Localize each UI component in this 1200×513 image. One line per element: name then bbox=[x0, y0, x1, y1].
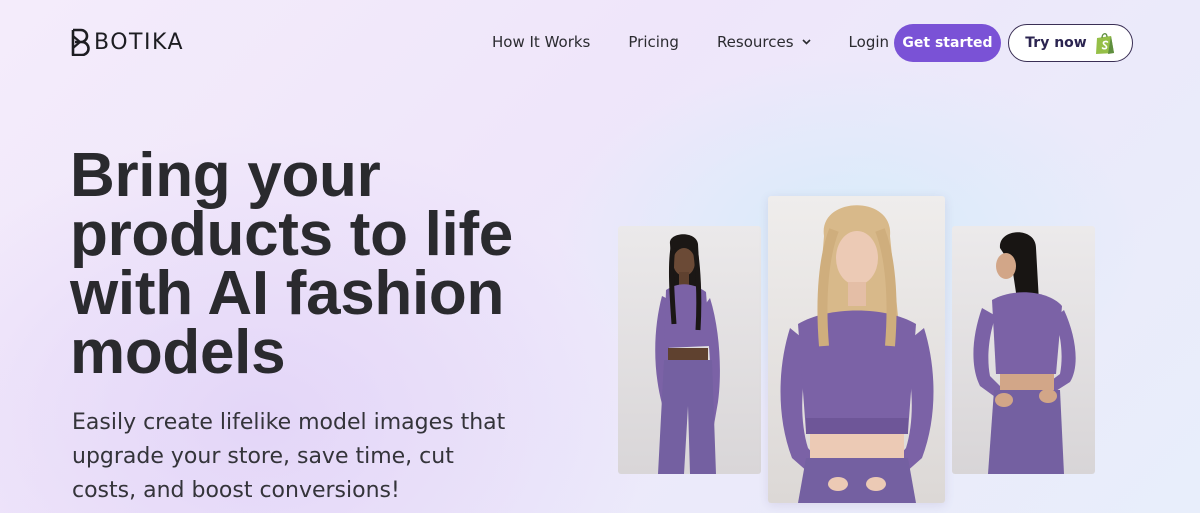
model-photo-blonde bbox=[768, 196, 945, 503]
top-navigation: BOTIKA How It Works Pricing Resources Lo… bbox=[0, 0, 1200, 86]
chevron-down-icon bbox=[801, 39, 811, 45]
hero-subtitle: Easily create lifelike model images that… bbox=[72, 410, 506, 503]
nav-link-label: Login bbox=[848, 33, 890, 51]
try-now-button[interactable]: Try now bbox=[1008, 24, 1133, 62]
model-illustration bbox=[973, 232, 1076, 474]
get-started-label: Get started bbox=[902, 35, 993, 51]
hero-title-line: models bbox=[70, 318, 286, 387]
brand-logo[interactable]: BOTIKA bbox=[70, 28, 184, 56]
hero-title-line: Bring your bbox=[70, 141, 381, 210]
nav-link-label: Pricing bbox=[628, 33, 679, 51]
nav-link-how-it-works[interactable]: How It Works bbox=[492, 33, 590, 51]
hero-title-line: with AI fashion bbox=[70, 259, 505, 328]
brand-name: BOTIKA bbox=[94, 29, 185, 55]
nav-links: How It Works Pricing Resources Login bbox=[492, 33, 927, 51]
botika-b-icon bbox=[71, 28, 90, 56]
nav-link-login[interactable]: Login bbox=[849, 33, 889, 51]
model-illustration bbox=[780, 205, 934, 503]
model-illustration bbox=[655, 234, 720, 474]
shopify-bag-icon bbox=[1095, 33, 1114, 54]
nav-link-pricing[interactable]: Pricing bbox=[628, 33, 679, 51]
nav-link-label: How It Works bbox=[492, 33, 591, 51]
hero-title: Bring your products to life with AI fash… bbox=[70, 141, 550, 387]
nav-link-resources[interactable]: Resources bbox=[717, 33, 811, 51]
hero-title-line: products to life bbox=[70, 200, 513, 269]
model-photo-back-view bbox=[952, 226, 1095, 474]
try-now-label: Try now bbox=[1025, 35, 1087, 51]
get-started-button[interactable]: Get started bbox=[894, 24, 1001, 62]
nav-link-label: Resources bbox=[716, 33, 794, 51]
model-photo-dark-hair bbox=[618, 226, 761, 474]
